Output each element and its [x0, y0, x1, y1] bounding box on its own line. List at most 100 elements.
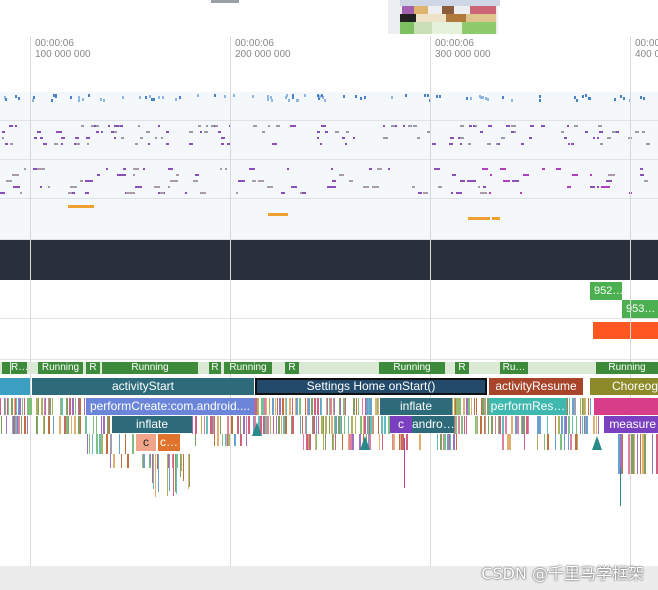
flame-slice	[327, 398, 328, 415]
flame-slice	[406, 434, 408, 450]
cpu-slice	[487, 98, 489, 101]
counter-track-1[interactable]	[0, 280, 658, 319]
flame-slice	[24, 416, 26, 434]
cpu-slice	[331, 168, 333, 170]
flame-slice	[378, 398, 379, 415]
flame-slice	[285, 416, 287, 434]
cpu-slice	[321, 94, 323, 97]
flame-slice	[93, 416, 94, 434]
flame-slice	[404, 438, 405, 488]
cpu-slice	[179, 96, 181, 99]
flame-slice	[84, 398, 85, 415]
tick-ns: 100 000 000	[35, 49, 91, 60]
flow-arrow-icon[interactable]	[592, 436, 602, 450]
cpu-slice	[377, 168, 382, 170]
cpu-slice	[606, 180, 612, 182]
cpu-slice	[292, 96, 294, 99]
counter-tracks[interactable]: 952… 953…	[0, 280, 658, 360]
cpu-slice	[541, 125, 545, 127]
cpu-slice	[502, 96, 504, 99]
flame-slice	[16, 398, 17, 415]
flame-slice	[277, 398, 278, 415]
cpu-slice	[185, 192, 187, 194]
flame-slice	[461, 416, 463, 434]
flame-slice	[419, 434, 421, 450]
cpu-slice	[640, 96, 642, 99]
flow-arrow-icon[interactable]	[252, 422, 262, 436]
flame-slice	[577, 434, 578, 450]
flow-arrow-icon[interactable]	[360, 436, 370, 450]
counter-track-2[interactable]	[0, 319, 658, 360]
state-segment[interactable]: R…	[11, 362, 27, 374]
cpu-slice	[100, 98, 102, 101]
cpu-slice-marks	[0, 92, 658, 240]
cpu-slice	[148, 143, 150, 145]
flame-slice	[644, 434, 646, 474]
cpu-slice	[40, 186, 42, 188]
counter-value-box[interactable]: 952…	[590, 282, 623, 300]
state-segment[interactable]: R	[285, 362, 299, 374]
cpu-slice	[158, 96, 160, 99]
state-segment[interactable]: R	[209, 362, 221, 374]
flame-slice	[586, 416, 588, 434]
flame-slice	[173, 454, 174, 496]
cpu-slice	[343, 95, 345, 98]
cpu-slice	[475, 125, 477, 127]
state-segment[interactable]: Running	[379, 362, 445, 374]
cpu-slice	[605, 186, 610, 188]
flame-slice	[560, 434, 562, 450]
cpu-tracks[interactable]	[0, 92, 658, 240]
flame-slice	[547, 416, 548, 434]
state-runnable[interactable]	[2, 362, 10, 374]
thread-state-track[interactable]: R… Running R Running R Running R Running…	[0, 362, 658, 376]
flame-slice	[89, 434, 90, 454]
ruler-tick-label: 00:00:06 200 000 000	[235, 38, 291, 60]
flame-slice	[5, 398, 6, 415]
thread-slices[interactable]: activityStart Settings Home onStart() ac…	[0, 378, 658, 528]
flame-slice	[220, 416, 221, 434]
flame-slice	[6, 416, 7, 434]
flame-slice	[267, 416, 269, 434]
cpu-slice	[61, 137, 65, 139]
flame-slice	[325, 434, 326, 450]
state-segment[interactable]: R	[455, 362, 469, 374]
flame-slice	[491, 416, 493, 434]
flame-slice	[21, 416, 22, 434]
timeline-overview[interactable]	[0, 0, 658, 36]
state-segment[interactable]: Running	[102, 362, 198, 374]
cpu-slice	[10, 143, 13, 145]
cpu-slice	[276, 125, 280, 127]
flame-slice	[44, 416, 45, 434]
alert-counter-bar[interactable]	[593, 322, 658, 339]
flame-slice	[569, 398, 570, 415]
state-segment[interactable]: Running	[224, 362, 272, 374]
cpu-slice	[568, 143, 570, 145]
flame-slice	[42, 398, 43, 415]
flame-slice	[246, 416, 247, 434]
flame-slice	[272, 398, 274, 415]
cpu-slice	[193, 180, 198, 182]
tick-time: 00:00:06	[435, 38, 474, 49]
cpu-slice	[6, 180, 9, 182]
state-segment[interactable]: Running	[38, 362, 83, 374]
counter-value-box[interactable]: 953…	[622, 300, 658, 318]
flame-slice	[127, 454, 129, 468]
cpu-slice	[5, 98, 7, 101]
cpu-slice	[154, 186, 160, 188]
cpu-slice	[590, 174, 592, 176]
flame-slice	[582, 416, 583, 434]
flame-slice	[281, 416, 282, 434]
state-segment[interactable]: Running	[596, 362, 658, 374]
cpu-slice	[218, 131, 221, 133]
cpu-slice	[189, 143, 193, 145]
cpu-slice	[423, 192, 428, 194]
state-segment[interactable]: R	[86, 362, 100, 374]
flame-slice	[101, 434, 103, 454]
cpu-slice	[432, 143, 436, 145]
cpu-slice	[539, 99, 541, 102]
flame-slice	[0, 398, 1, 415]
state-segment[interactable]: Ru…	[500, 362, 528, 374]
cpu-slice	[616, 131, 619, 133]
flame-slice	[355, 416, 356, 434]
time-ruler[interactable]: 00:00:06 100 000 000 00:00:06 200 000 000 …	[0, 36, 658, 93]
